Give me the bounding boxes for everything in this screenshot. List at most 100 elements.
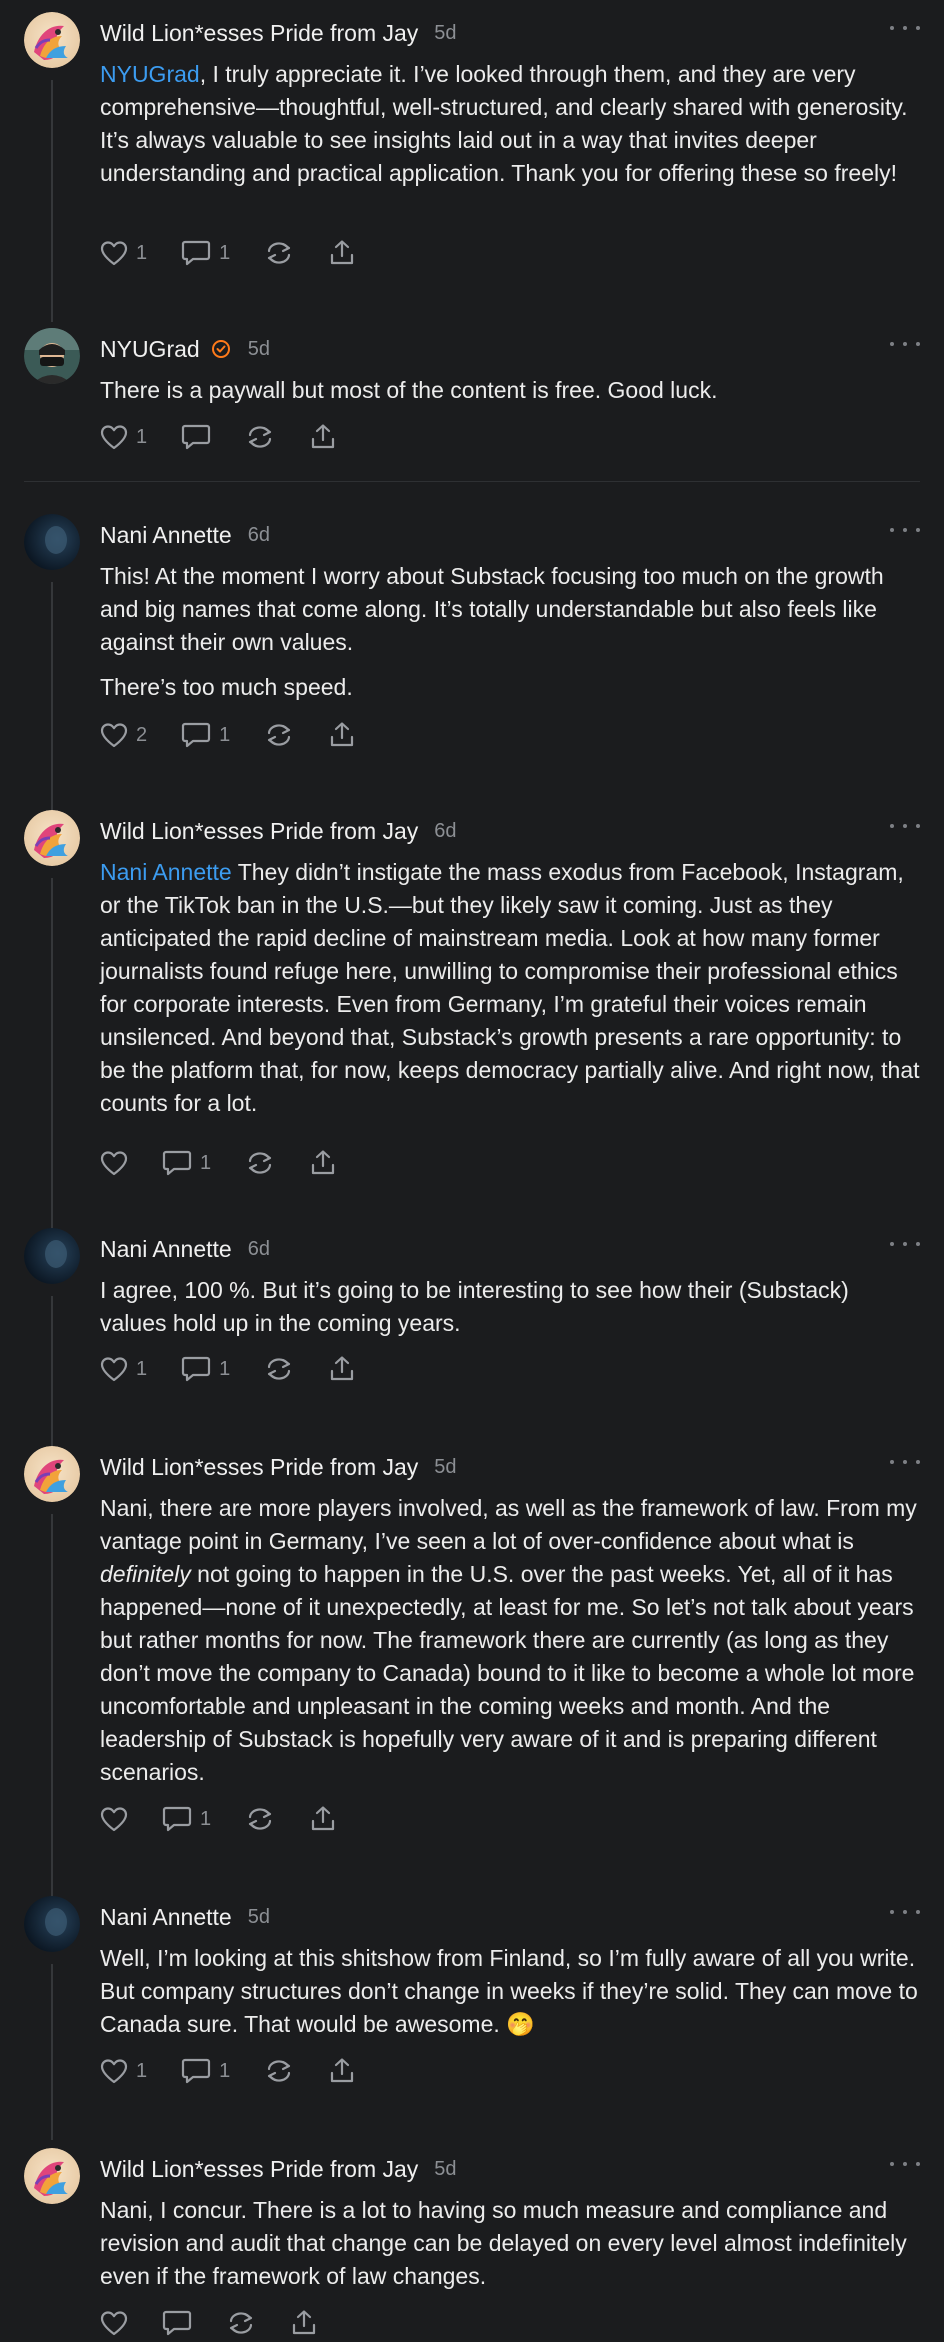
heart-icon bbox=[100, 1151, 128, 1176]
share-button[interactable] bbox=[290, 2309, 318, 2337]
more-dots-icon[interactable] bbox=[890, 334, 920, 354]
reply-count: 1 bbox=[200, 1151, 212, 1174]
comment-actions: 2 1 bbox=[100, 718, 390, 752]
comment-actions: 1 bbox=[100, 420, 371, 454]
reply-count: 1 bbox=[219, 2059, 231, 2082]
share-icon bbox=[331, 1356, 354, 1381]
share-button[interactable] bbox=[328, 239, 356, 267]
reply-button[interactable]: 1 bbox=[181, 239, 230, 267]
timestamp[interactable]: 5d bbox=[434, 2158, 456, 2181]
reply-button[interactable]: 1 bbox=[162, 1805, 211, 1833]
comment: Wild Lion*esses Pride from Jay 5d Nani, … bbox=[24, 2148, 920, 2338]
share-button[interactable] bbox=[328, 1355, 356, 1383]
more-dots-icon[interactable] bbox=[890, 1902, 920, 1922]
like-button[interactable]: 1 bbox=[100, 240, 147, 266]
reply-button[interactable]: 1 bbox=[181, 2057, 230, 2085]
restack-button[interactable] bbox=[264, 2057, 294, 2085]
restack-icon bbox=[249, 1808, 272, 1830]
author-name[interactable]: Wild Lion*esses Pride from Jay bbox=[100, 818, 418, 845]
author-name[interactable]: Nani Annette bbox=[100, 1236, 232, 1263]
share-icon bbox=[331, 2058, 354, 2083]
like-button[interactable] bbox=[100, 1806, 128, 1832]
share-button[interactable] bbox=[328, 721, 356, 749]
timestamp[interactable]: 5d bbox=[434, 22, 456, 45]
heart-icon bbox=[100, 1807, 128, 1832]
avatar[interactable] bbox=[24, 12, 80, 68]
timestamp[interactable]: 6d bbox=[248, 524, 270, 547]
restack-button[interactable] bbox=[245, 423, 275, 451]
restack-icon bbox=[229, 2312, 253, 2334]
author-name[interactable]: Wild Lion*esses Pride from Jay bbox=[100, 1454, 418, 1481]
reply-count: 1 bbox=[219, 723, 231, 746]
emphasis-text: definitely bbox=[100, 1561, 191, 1587]
reply-button[interactable] bbox=[181, 423, 211, 451]
comment-body: Well, I’m looking at this shitshow from … bbox=[100, 1942, 920, 2041]
restack-button[interactable] bbox=[264, 721, 294, 749]
comment-body: NYUGrad, I truly appreciate it. I’ve loo… bbox=[100, 58, 920, 190]
share-icon bbox=[312, 1806, 335, 1831]
reply-button[interactable]: 1 bbox=[162, 1149, 211, 1177]
more-dots-icon[interactable] bbox=[890, 2154, 920, 2174]
comment-bubble-icon bbox=[182, 240, 211, 266]
author-name[interactable]: Nani Annette bbox=[100, 522, 232, 549]
share-button[interactable] bbox=[309, 1149, 337, 1177]
author-name[interactable]: Wild Lion*esses Pride from Jay bbox=[100, 20, 418, 47]
comment: Nani Annette 5d Well, I’m looking at thi… bbox=[24, 1896, 920, 2140]
like-button[interactable]: 2 bbox=[100, 722, 147, 748]
reply-button[interactable]: 1 bbox=[181, 1355, 230, 1383]
avatar[interactable] bbox=[24, 810, 80, 866]
avatar[interactable] bbox=[24, 514, 80, 570]
avatar[interactable] bbox=[24, 328, 80, 384]
heart-icon bbox=[100, 2059, 128, 2084]
restack-button[interactable] bbox=[245, 1149, 275, 1177]
restack-button[interactable] bbox=[245, 1805, 275, 1833]
comment-text: They didn’t instigate the mass exodus fr… bbox=[100, 859, 920, 1116]
avatar[interactable] bbox=[24, 1446, 80, 1502]
thread-divider bbox=[24, 481, 920, 482]
timestamp[interactable]: 5d bbox=[248, 338, 270, 361]
timestamp[interactable]: 5d bbox=[434, 1456, 456, 1479]
reply-count: 1 bbox=[200, 1807, 212, 1830]
timestamp[interactable]: 6d bbox=[434, 820, 456, 843]
restack-icon bbox=[268, 2060, 291, 2082]
like-count: 1 bbox=[136, 1357, 148, 1380]
reply-button[interactable] bbox=[162, 2309, 192, 2337]
mention-link[interactable]: NYUGrad bbox=[100, 61, 200, 87]
timestamp[interactable]: 5d bbox=[248, 1906, 270, 1929]
like-button[interactable]: 1 bbox=[100, 2058, 147, 2084]
author-name[interactable]: Nani Annette bbox=[100, 1904, 232, 1931]
share-button[interactable] bbox=[309, 423, 337, 451]
restack-icon bbox=[268, 724, 291, 746]
share-button[interactable] bbox=[309, 1805, 337, 1833]
more-dots-icon[interactable] bbox=[890, 18, 920, 38]
restack-button[interactable] bbox=[264, 1355, 294, 1383]
avatar[interactable] bbox=[24, 2148, 80, 2204]
comment-body: Nani, there are more players involved, a… bbox=[100, 1492, 920, 1789]
reply-count: 1 bbox=[219, 1357, 231, 1380]
mention-link[interactable]: Nani Annette bbox=[100, 859, 232, 885]
reply-button[interactable]: 1 bbox=[181, 721, 230, 749]
avatar[interactable] bbox=[24, 1896, 80, 1952]
share-button[interactable] bbox=[328, 2057, 356, 2085]
more-dots-icon[interactable] bbox=[890, 1452, 920, 1472]
like-button[interactable] bbox=[100, 2310, 128, 2336]
restack-button[interactable] bbox=[226, 2309, 256, 2337]
share-icon bbox=[292, 2310, 316, 2335]
author-name[interactable]: NYUGrad bbox=[100, 336, 200, 363]
like-count: 1 bbox=[136, 241, 148, 264]
avatar[interactable] bbox=[24, 1228, 80, 1284]
like-button[interactable]: 1 bbox=[100, 1356, 147, 1382]
comment-text: not going to happen in the U.S. over the… bbox=[100, 1561, 915, 1785]
more-dots-icon[interactable] bbox=[890, 1234, 920, 1254]
more-dots-icon[interactable] bbox=[890, 520, 920, 540]
comment-bubble-icon bbox=[182, 2058, 211, 2084]
author-name[interactable]: Wild Lion*esses Pride from Jay bbox=[100, 2156, 418, 2183]
like-button[interactable]: 1 bbox=[100, 424, 147, 450]
more-dots-icon[interactable] bbox=[890, 816, 920, 836]
comment-bubble-icon bbox=[162, 1806, 192, 1832]
comment-body: There is a paywall but most of the conte… bbox=[100, 374, 920, 407]
timestamp[interactable]: 6d bbox=[248, 1238, 270, 1261]
restack-button[interactable] bbox=[264, 239, 294, 267]
comment-text: Well, I’m looking at this shitshow from … bbox=[100, 1945, 918, 2037]
like-button[interactable] bbox=[100, 1150, 128, 1176]
